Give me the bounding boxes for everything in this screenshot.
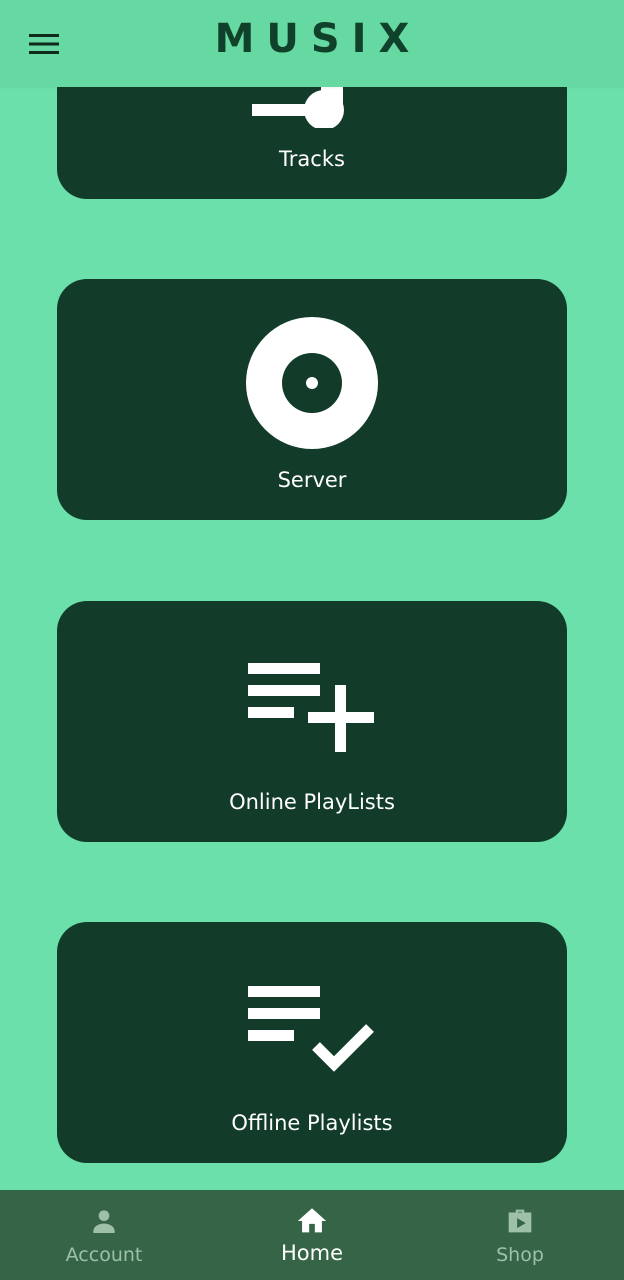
card-label: Offline Playlists — [231, 1111, 393, 1135]
app-title: MUSIX — [214, 16, 422, 62]
card-label: Server — [277, 468, 347, 492]
shop-icon — [503, 1204, 537, 1238]
card-online-playlists[interactable]: Online PlayLists — [57, 601, 567, 842]
nav-shop[interactable]: Shop — [416, 1190, 624, 1280]
home-scroll-area[interactable]: Tracks Server Online PlayLists Offline P… — [0, 0, 624, 1190]
app-bar: MUSIX — [0, 0, 624, 87]
nav-home[interactable]: Home — [208, 1190, 416, 1280]
home-icon — [295, 1204, 329, 1238]
nav-label-shop: Shop — [496, 1244, 544, 1266]
nav-label-account: Account — [65, 1244, 143, 1266]
bottom-navigation: Account Home Shop — [0, 1190, 624, 1280]
playlist-add-icon — [57, 639, 567, 771]
nav-account[interactable]: Account — [0, 1190, 208, 1280]
card-label: Online PlayLists — [229, 790, 395, 814]
card-server[interactable]: Server — [57, 279, 567, 520]
card-offline-playlists[interactable]: Offline Playlists — [57, 922, 567, 1163]
card-label: Tracks — [279, 147, 345, 171]
person-icon — [88, 1204, 120, 1238]
nav-label-home: Home — [280, 1241, 343, 1265]
disc-icon — [57, 317, 567, 449]
playlist-check-icon — [57, 960, 567, 1092]
